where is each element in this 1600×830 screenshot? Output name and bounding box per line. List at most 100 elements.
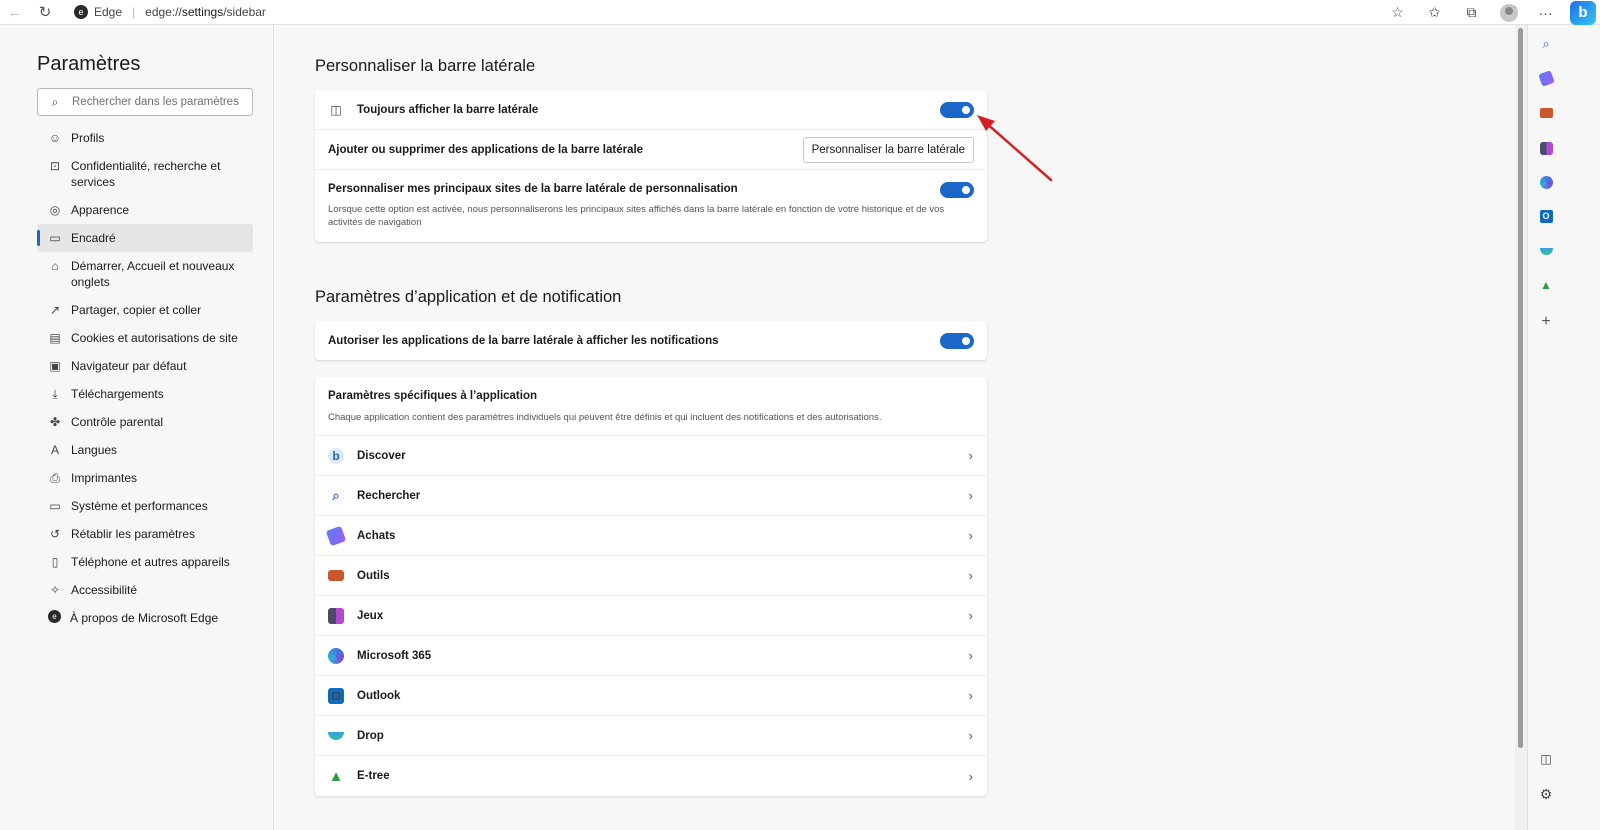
scrollbar[interactable]: [1515, 25, 1527, 830]
app-row-e-tree[interactable]: ▲ E-tree ›: [315, 756, 987, 796]
nav-item-label: Contrôle parental: [71, 415, 164, 429]
sidebar-layout-icon: ◫: [330, 102, 342, 117]
nav-item-label: Téléphone et autres appareils: [71, 555, 230, 569]
nav-item-accessibilite[interactable]: ✧ Accessibilité: [37, 576, 253, 604]
app-row-outils[interactable]: Outils ›: [315, 556, 987, 596]
sidebar-shopping-button[interactable]: [1537, 69, 1555, 87]
edge-icon: e: [48, 610, 61, 623]
edge-icon: e: [74, 5, 88, 19]
sidebar-etree-button[interactable]: ▲: [1538, 277, 1554, 293]
nav-item-cookies[interactable]: ▤ Cookies et autorisations de site: [37, 324, 253, 352]
nav-item-confidentialite[interactable]: ⊡ Confidentialité, recherche et services: [37, 152, 253, 196]
add-remove-label: Ajouter ou supprimer des applications de…: [328, 143, 644, 156]
sidebar-outlook-button[interactable]: O: [1538, 208, 1554, 224]
nav-item-navigateur[interactable]: ▣ Navigateur par défaut: [37, 352, 253, 380]
reset-icon: ↺: [49, 527, 61, 541]
outlook-icon: O: [1539, 209, 1553, 223]
app-label: Rechercher: [357, 489, 421, 502]
nav-item-telechargements[interactable]: ⤓ Téléchargements: [37, 380, 253, 408]
shopping-tag-icon: [1537, 69, 1555, 87]
nav-item-retablir[interactable]: ↺ Rétablir les paramètres: [37, 520, 253, 548]
bing-button[interactable]: b: [1570, 0, 1596, 25]
nav-item-systeme[interactable]: ▭ Système et performances: [37, 492, 253, 520]
app-row-discover[interactable]: b Discover ›: [315, 436, 987, 476]
sidebar-games-button[interactable]: [1538, 140, 1554, 156]
app-specific-card: Paramètres spécifiques à l’application C…: [315, 377, 987, 796]
nav-item-langues[interactable]: A Langues: [37, 436, 253, 464]
sidebar-hide-button[interactable]: ◫: [1538, 751, 1554, 767]
sidebar-drop-button[interactable]: [1538, 243, 1554, 259]
nav-item-a-propos[interactable]: e À propos de Microsoft Edge: [37, 604, 253, 632]
scrollbar-thumb[interactable]: [1518, 28, 1523, 748]
appearance-icon: ◎: [49, 203, 61, 217]
sidebar-office-button[interactable]: [1538, 174, 1554, 190]
personalize-toggle[interactable]: [940, 182, 974, 198]
nav-list: ☺ Profils ⊡ Confidentialité, recherche et …: [37, 124, 253, 632]
refresh-button[interactable]: ↻: [30, 0, 60, 25]
nav-item-encadre[interactable]: ▭ Encadré: [37, 224, 253, 252]
star-add-icon: ☆: [1391, 4, 1404, 20]
add-favorite-button[interactable]: ☆: [1379, 0, 1416, 25]
section-title-sidebar: Personnaliser la barre latérale: [315, 57, 536, 75]
phone-icon: ▯: [51, 555, 59, 569]
nav-item-label: Imprimantes: [71, 471, 138, 485]
add-remove-apps-row: Ajouter ou supprimer des applications de…: [315, 130, 987, 170]
nav-item-demarrer[interactable]: ⌂ Démarrer, Accueil et nouveaux onglets: [37, 252, 253, 296]
app-row-achats[interactable]: Achats ›: [315, 516, 987, 556]
profile-button[interactable]: [1490, 0, 1527, 25]
drop-icon: [1539, 247, 1553, 255]
app-row-microsoft-365[interactable]: Microsoft 365 ›: [315, 636, 987, 676]
nav-item-profils[interactable]: ☺ Profils: [37, 124, 253, 152]
bing-icon: b: [1578, 4, 1588, 21]
always-show-toggle[interactable]: [940, 101, 974, 118]
office-icon: [1539, 175, 1553, 189]
download-icon: ⤓: [52, 387, 58, 401]
share-icon: ↗: [49, 303, 61, 317]
nav-item-label: Démarrer, Accueil et nouveaux onglets: [71, 259, 235, 289]
search-input[interactable]: [72, 96, 242, 108]
nav-item-label: Partager, copier et coller: [71, 303, 202, 317]
back-button[interactable]: ←: [0, 0, 30, 25]
nav-item-partager[interactable]: ↗ Partager, copier et coller: [37, 296, 253, 324]
search-icon: ⌕: [51, 94, 59, 109]
app-row-outlook[interactable]: O Outlook ›: [315, 676, 987, 716]
allow-notifications-label: Autoriser les applications de la barre l…: [328, 334, 719, 347]
app-row-rechercher[interactable]: ⌕ Rechercher ›: [315, 476, 987, 516]
allow-notifications-toggle[interactable]: [940, 332, 974, 349]
app-row-drop[interactable]: Drop ›: [315, 716, 987, 756]
sidebar-tools-button[interactable]: [1538, 105, 1554, 121]
chevron-right-icon: ›: [968, 488, 973, 503]
address-bar[interactable]: e Edge | edge://settings/sidebar: [74, 2, 266, 22]
notifications-card: Autoriser les applications de la barre l…: [315, 321, 987, 360]
app-row-jeux[interactable]: Jeux ›: [315, 596, 987, 636]
nav-item-telephone[interactable]: ▯ Téléphone et autres appareils: [37, 548, 253, 576]
more-button[interactable]: ···: [1527, 0, 1564, 25]
sidebar-settings-button[interactable]: ⚙: [1538, 786, 1554, 802]
favorites-button[interactable]: ✩: [1416, 0, 1453, 25]
nav-item-label: Encadré: [71, 231, 116, 245]
nav-item-imprimantes[interactable]: ⎙ Imprimantes: [37, 464, 253, 492]
games-icon: [328, 607, 344, 624]
app-specific-description: Chaque application contient des paramètr…: [328, 412, 882, 423]
plus-icon: +: [1541, 313, 1551, 330]
search-icon: ⌕: [1542, 36, 1550, 51]
home-icon: ⌂: [51, 259, 59, 273]
sidebar-add-button[interactable]: +: [1538, 313, 1554, 330]
notification-dot-icon: [1513, 3, 1518, 8]
collections-button[interactable]: ⧉: [1453, 0, 1490, 25]
chevron-right-icon: ›: [968, 608, 973, 623]
customize-sidebar-button[interactable]: Personnaliser la barre latérale: [802, 136, 974, 163]
chevron-right-icon: ›: [968, 448, 973, 463]
url-prefix: edge://: [145, 5, 182, 19]
nav-item-controle-parental[interactable]: ✤ Contrôle parental: [37, 408, 253, 436]
toolbar-right: ☆ ✩ ⧉ ··· b: [1379, 0, 1600, 25]
sidebar-search-button[interactable]: ⌕: [1538, 36, 1554, 52]
personalize-label: Personnaliser mes principaux sites de la…: [328, 183, 738, 195]
nav-item-apparence[interactable]: ◎ Apparence: [37, 196, 253, 224]
nav-item-label: Système et performances: [71, 499, 208, 513]
favorites-icon: ✩: [1428, 4, 1441, 20]
settings-search[interactable]: ⌕: [37, 88, 253, 116]
sidebar-panel-icon: ◫: [1540, 752, 1552, 766]
annotation-arrow: [977, 115, 1053, 182]
app-label: Microsoft 365: [357, 649, 432, 662]
